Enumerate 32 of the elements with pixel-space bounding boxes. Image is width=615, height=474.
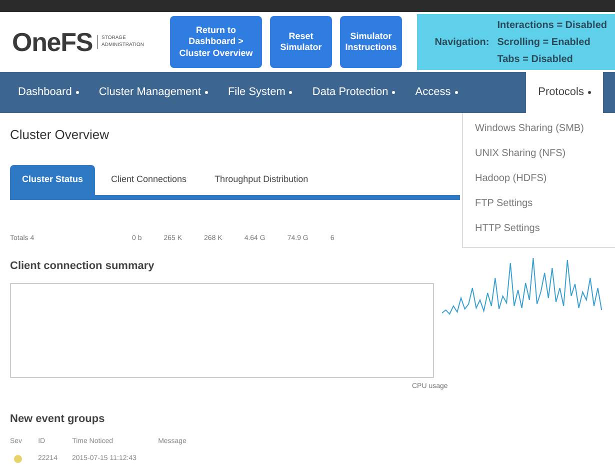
- menu-item[interactable]: File System: [218, 72, 302, 113]
- navigation-status-line: Interactions = Disabled: [497, 18, 607, 32]
- navigation-label: Navigation:: [434, 36, 490, 50]
- caret-icon: [289, 91, 292, 94]
- dropdown-item[interactable]: Hadoop (HDFS): [475, 171, 615, 187]
- section-title: Client connection summary: [10, 259, 156, 274]
- dropdown-item[interactable]: HTTP Settings: [475, 221, 615, 237]
- menu-item[interactable]: Dashboard: [8, 72, 89, 113]
- caret-icon: [204, 91, 208, 94]
- caret-icon: [454, 91, 458, 94]
- section-title: New event groups: [10, 412, 106, 426]
- caret-icon: [588, 91, 591, 94]
- menu-item[interactable]: Protocols: [526, 72, 603, 113]
- header-button[interactable]: Simulator Instructions: [340, 16, 402, 68]
- logo-text: OneFS: [12, 26, 93, 58]
- page-title: Cluster Overview: [10, 126, 109, 144]
- dropdown-item[interactable]: Windows Sharing (SMB): [475, 121, 615, 137]
- caret-icon: [392, 91, 396, 94]
- tab[interactable]: Throughput Distribution: [202, 164, 320, 194]
- navigation-status-line: Scrolling = Enabled: [497, 36, 592, 50]
- severity-icon: [14, 454, 22, 463]
- dropdown-item[interactable]: UNIX Sharing (NFS): [475, 146, 615, 162]
- menu-item[interactable]: Data Protection: [302, 72, 406, 113]
- header-button[interactable]: Reset Simulator: [270, 16, 332, 68]
- navigation-status-line: Tabs = Disabled: [497, 52, 574, 66]
- tab[interactable]: Client Connections: [99, 164, 199, 194]
- caret-icon: [76, 91, 79, 94]
- dropdown-item[interactable]: FTP Settings: [475, 196, 615, 212]
- tab[interactable]: Cluster Status: [10, 164, 96, 194]
- header-button[interactable]: Return to Dashboard > Cluster Overview: [170, 16, 262, 68]
- menu-item[interactable]: Cluster Management: [88, 72, 218, 113]
- menu-item[interactable]: Access: [405, 72, 468, 113]
